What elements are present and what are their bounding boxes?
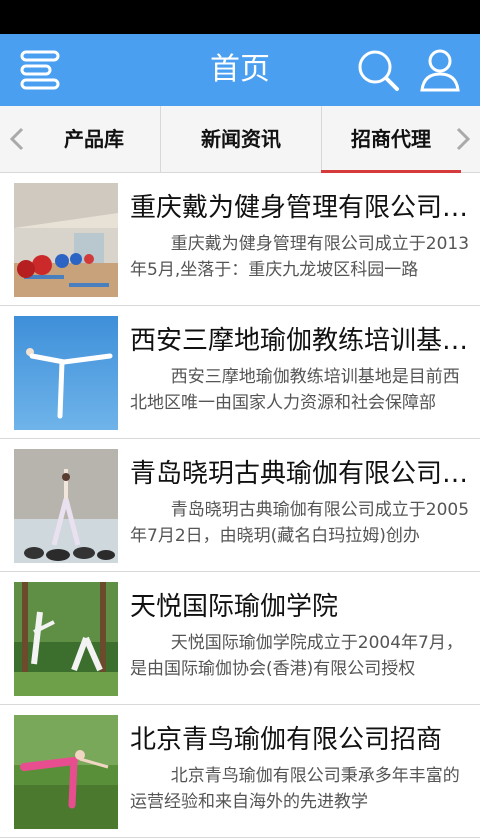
item-title: 北京青鸟瑜伽有限公司招商 — [130, 725, 443, 755]
article-list: 重庆戴为健身管理有限公司招商 重庆戴为健身管理有限公司成立于2013年5月,坐落… — [0, 173, 480, 838]
top-bar: 首页 — [0, 34, 480, 106]
tab-news[interactable]: 新闻资讯 — [160, 106, 322, 172]
search-icon[interactable] — [356, 48, 400, 92]
status-bar — [0, 0, 480, 34]
thumbnail-image — [14, 582, 118, 696]
item-title: 西安三摩地瑜伽教练培训基地招商 — [130, 326, 470, 356]
item-description: 北京青鸟瑜伽有限公司秉承多年丰富的运营经验和来自海外的先进教学 — [130, 766, 460, 812]
tab-franchise[interactable]: 招商代理 — [321, 106, 461, 173]
chevron-left-icon[interactable] — [8, 127, 26, 151]
list-item[interactable]: 重庆戴为健身管理有限公司招商 重庆戴为健身管理有限公司成立于2013年5月,坐落… — [0, 173, 480, 306]
chevron-right-icon[interactable] — [454, 127, 472, 151]
thumbnail-image — [14, 715, 118, 829]
list-item[interactable]: 青岛晓玥古典瑜伽有限公司招商 青岛晓玥古典瑜伽有限公司成立于2005年7月2日，… — [0, 439, 480, 572]
item-title: 天悦国际瑜伽学院 — [130, 592, 339, 622]
category-tabs: 产品库 新闻资讯 招商代理 — [0, 106, 480, 173]
list-item[interactable]: 北京青鸟瑜伽有限公司招商 北京青鸟瑜伽有限公司秉承多年丰富的运营经验和来自海外的… — [0, 705, 480, 838]
item-description: 天悦国际瑜伽学院成立于2004年7月，是由国际瑜伽协会(香港)有限公司授权 — [130, 633, 463, 679]
page-title: 首页 — [210, 52, 270, 87]
item-title: 重庆戴为健身管理有限公司招商 — [130, 193, 470, 223]
thumbnail-image — [14, 316, 118, 430]
thumbnail-image — [14, 183, 118, 297]
tab-products[interactable]: 产品库 — [28, 106, 160, 172]
list-item[interactable]: 西安三摩地瑜伽教练培训基地招商 西安三摩地瑜伽教练培训基地是目前西北地区唯一由国… — [0, 306, 480, 439]
item-title: 青岛晓玥古典瑜伽有限公司招商 — [130, 459, 470, 489]
item-description: 西安三摩地瑜伽教练培训基地是目前西北地区唯一由国家人力资源和社会保障部 — [130, 367, 460, 413]
list-item[interactable]: 天悦国际瑜伽学院 天悦国际瑜伽学院成立于2004年7月，是由国际瑜伽协会(香港)… — [0, 572, 480, 705]
thumbnail-image — [14, 449, 118, 563]
item-description: 青岛晓玥古典瑜伽有限公司成立于2005年7月2日，由晓玥(藏名白玛拉姆)创办 — [130, 500, 470, 546]
user-icon[interactable] — [418, 46, 462, 94]
item-description: 重庆戴为健身管理有限公司成立于2013年5月,坐落于：重庆九龙坡区科园一路 — [130, 234, 470, 280]
